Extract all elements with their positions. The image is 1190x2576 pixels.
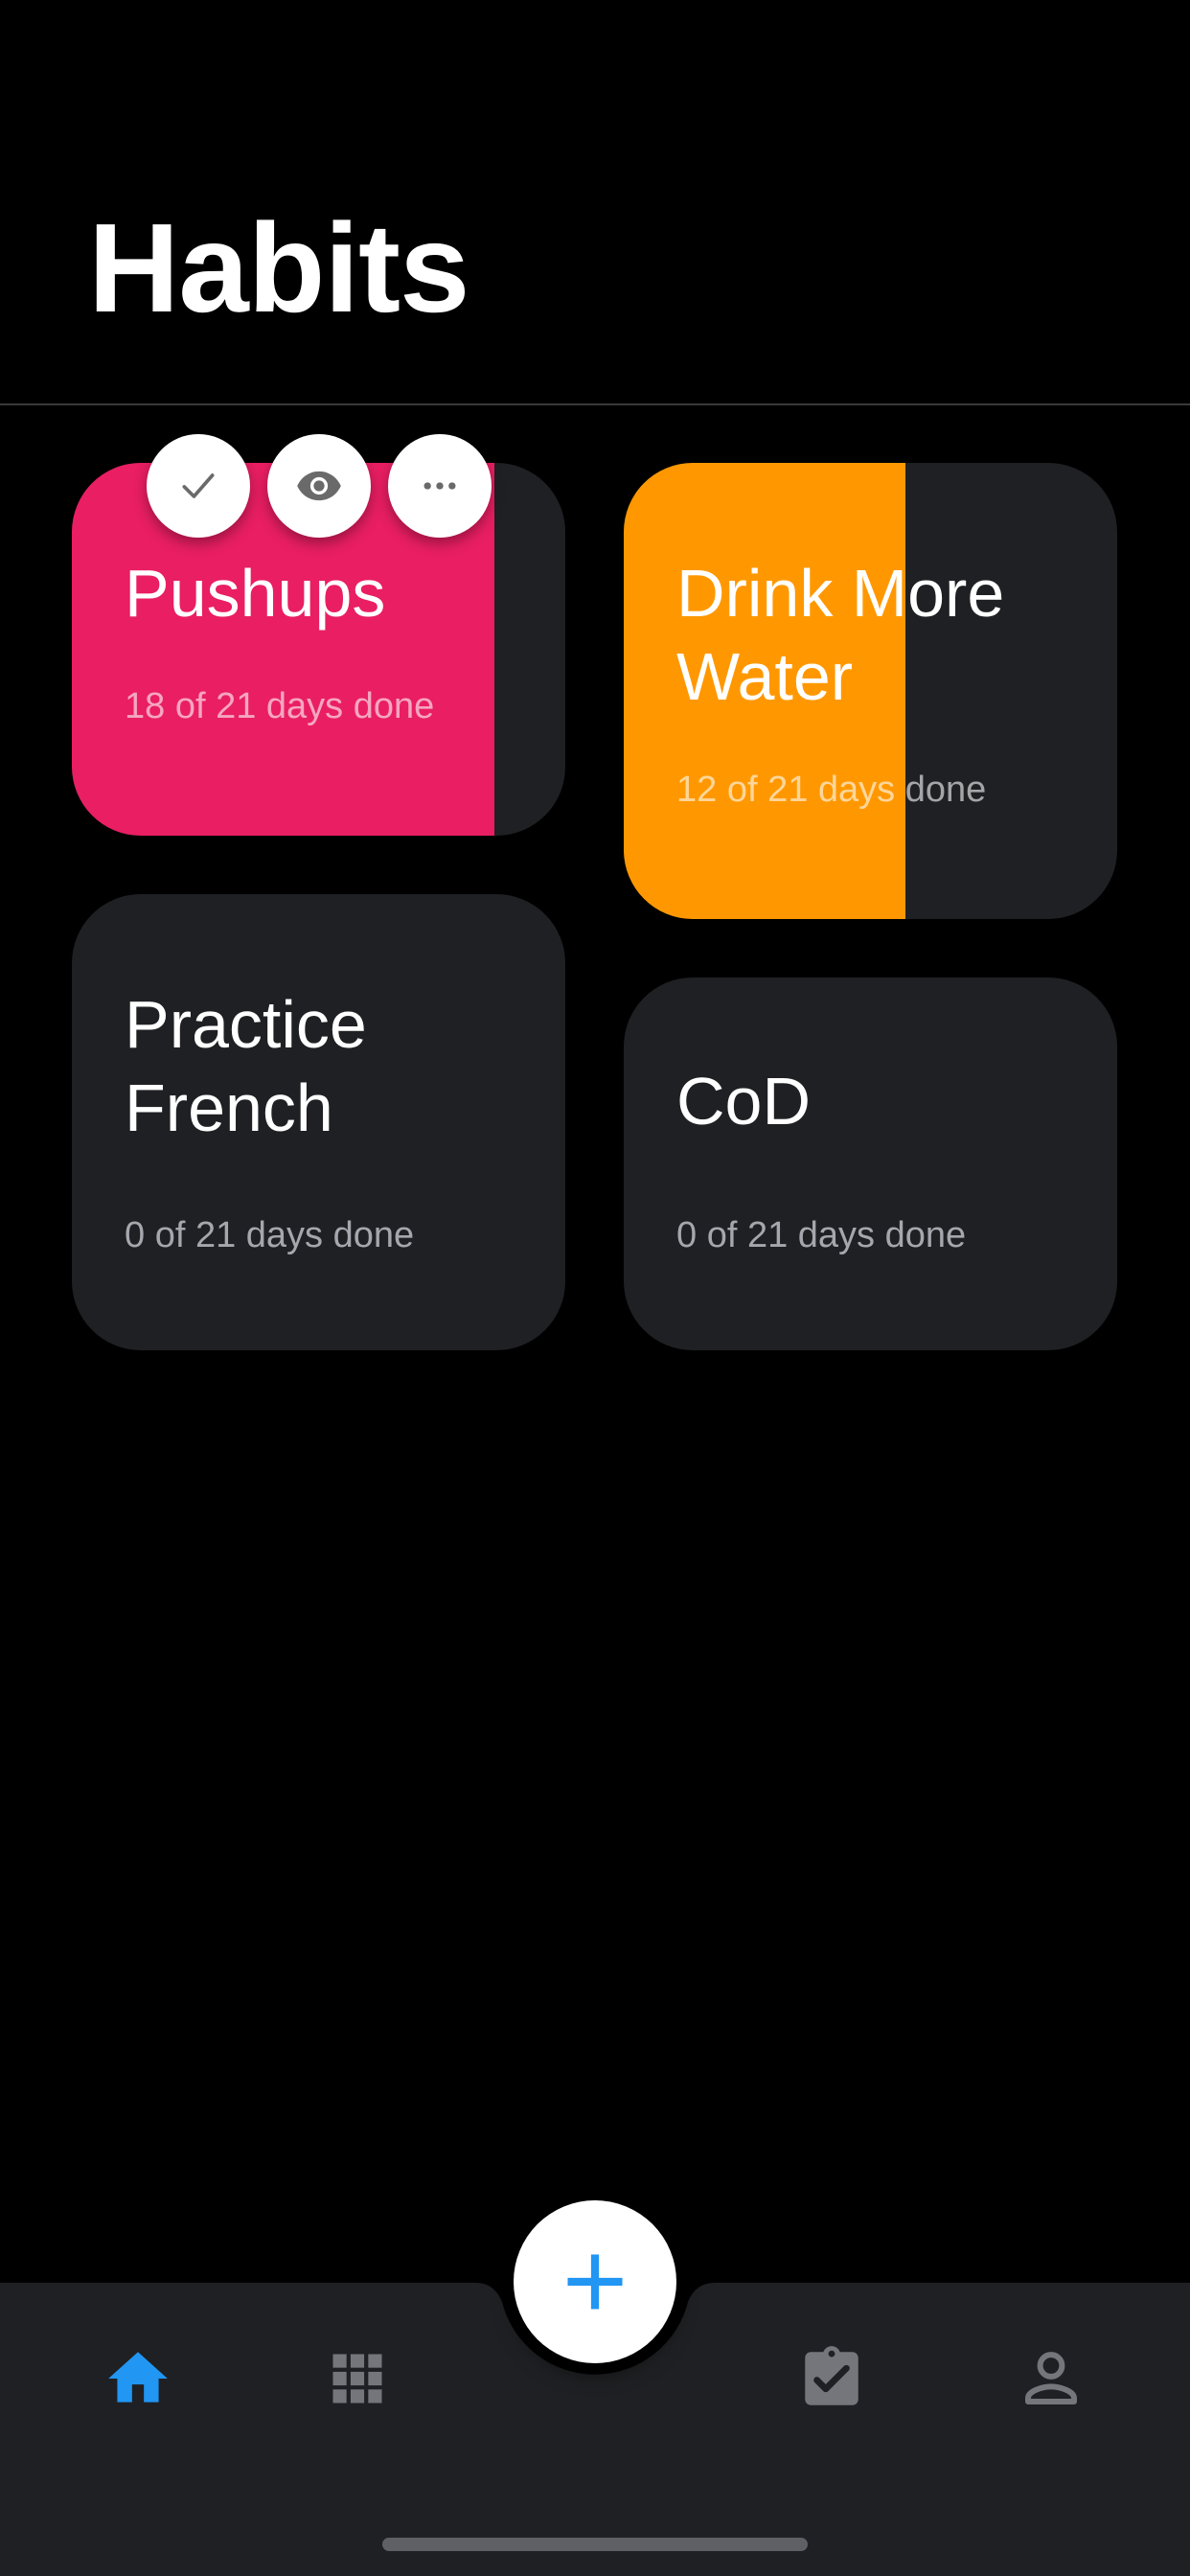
habit-title: Pushups (125, 556, 386, 631)
habit-progress-text: 0 of 21 days done (125, 1215, 415, 1255)
view-habit-button[interactable] (267, 434, 371, 538)
clipboard-check-icon (805, 2346, 858, 2405)
mark-done-button[interactable] (147, 434, 250, 538)
habit-title: Drink More Water (676, 552, 1004, 719)
habit-progress-text: 0 of 21 days done (676, 1215, 967, 1255)
habit-title-line: Drink More (676, 556, 1005, 631)
habit-card-practice-french[interactable]: Practice French 0 of 21 days done (72, 894, 565, 1350)
habit-title-line: French (125, 1070, 333, 1145)
habit-title-line: Practice (125, 987, 367, 1062)
check-icon (182, 473, 215, 498)
person-icon (1025, 2352, 1077, 2404)
habit-card-cod[interactable]: CoD 0 of 21 days done (624, 978, 1117, 1350)
more-options-button[interactable] (388, 434, 492, 538)
habit-title: CoD (676, 1064, 812, 1138)
nav-profile[interactable] (1014, 2341, 1088, 2416)
habit-title-line: Water (676, 639, 854, 714)
apps-grid-icon (332, 2354, 382, 2404)
add-icon (567, 2254, 623, 2310)
page-title: Habits (88, 197, 469, 338)
habit-progress-text: 18 of 21 days done (125, 686, 435, 726)
add-habit-button[interactable] (514, 2200, 676, 2363)
habit-card-drink-more-water[interactable]: Drink More Water 12 of 21 days done (624, 463, 1117, 919)
home-icon (108, 2352, 168, 2403)
more-horizontal-icon (423, 482, 456, 490)
eye-icon (297, 471, 341, 501)
habit-progress-text: 12 of 21 days done (676, 770, 987, 810)
nav-apps[interactable] (320, 2341, 395, 2416)
header-divider (0, 403, 1190, 405)
nav-home[interactable] (101, 2341, 175, 2416)
home-indicator (382, 2538, 808, 2551)
nav-checklist[interactable] (794, 2341, 869, 2416)
habit-title: Practice French (125, 983, 367, 1150)
